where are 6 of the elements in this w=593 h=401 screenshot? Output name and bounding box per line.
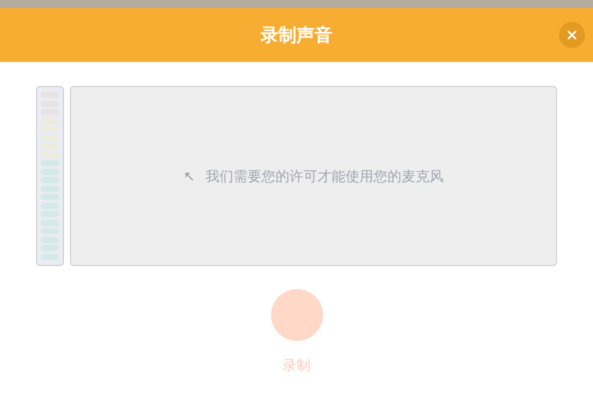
arrow-glyph: ↖ (184, 166, 196, 186)
record-label: 录制 (282, 356, 310, 375)
dialog-title: 录制声音 (260, 24, 332, 46)
permission-message: 我们需要您的许可才能使用您的麦克风 (206, 166, 444, 186)
close-icon (565, 28, 579, 42)
close-button[interactable] (559, 22, 585, 48)
